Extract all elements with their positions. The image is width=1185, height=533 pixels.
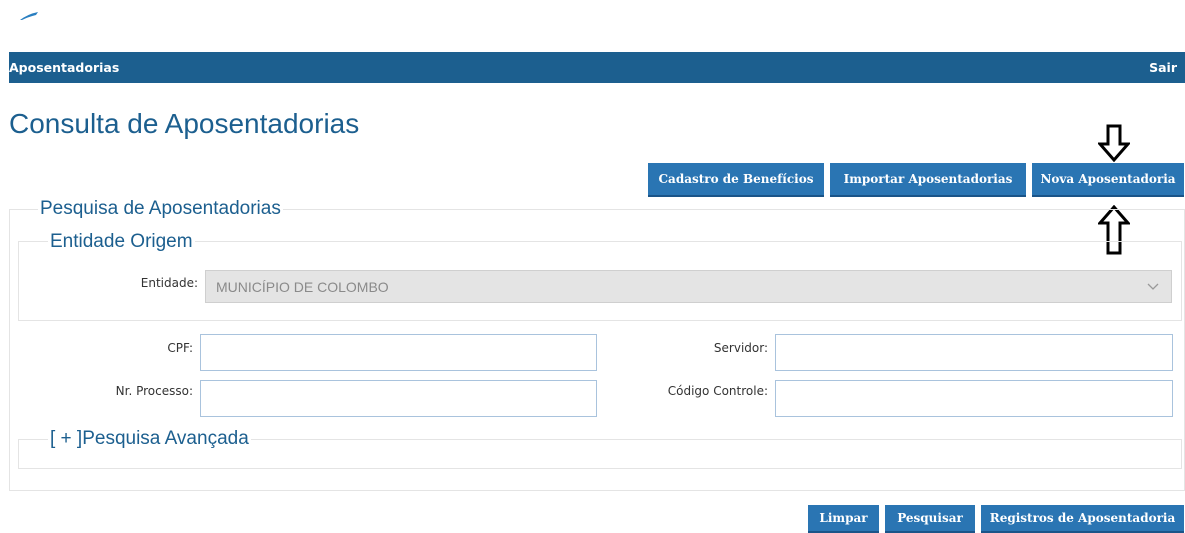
nova-aposentadoria-button[interactable]: Nova Aposentadoria <box>1032 163 1184 197</box>
entidade-value: MUNICÍPIO DE COLOMBO <box>216 279 389 295</box>
entidade-select[interactable]: MUNICÍPIO DE COLOMBO <box>205 270 1172 303</box>
top-bar: Aposentadorias Sair <box>9 52 1185 83</box>
page-title: Consulta de Aposentadorias <box>9 108 360 139</box>
processo-input[interactable] <box>200 380 597 417</box>
logo-mark <box>20 12 38 20</box>
module-title: Aposentadorias <box>9 60 120 75</box>
arrow-down-outline-icon <box>1098 124 1130 162</box>
processo-label: Nr. Processo: <box>115 384 193 398</box>
entidade-origem-legend: Entidade Origem <box>48 231 195 253</box>
entidade-label: Entidade: <box>140 276 198 290</box>
pesquisar-button[interactable]: Pesquisar <box>885 505 975 533</box>
cpf-input[interactable] <box>200 334 597 371</box>
importar-aposentadorias-button[interactable]: Importar Aposentadorias <box>830 163 1026 197</box>
chevron-down-icon <box>1147 283 1159 290</box>
codigo-controle-label: Código Controle: <box>667 384 768 398</box>
limpar-button[interactable]: Limpar <box>808 505 879 533</box>
logout-link[interactable]: Sair <box>1149 60 1177 75</box>
cpf-label: CPF: <box>167 341 193 355</box>
servidor-label: Servidor: <box>713 341 768 355</box>
advanced-search-toggle[interactable]: [ + ]Pesquisa Avançada <box>48 428 251 450</box>
cadastro-beneficios-button[interactable]: Cadastro de Benefícios <box>648 163 824 197</box>
servidor-input[interactable] <box>775 334 1173 371</box>
codigo-controle-input[interactable] <box>775 380 1173 417</box>
registros-aposentadoria-button[interactable]: Registros de Aposentadoria <box>981 505 1184 533</box>
search-legend: Pesquisa de Aposentadorias <box>38 198 283 220</box>
